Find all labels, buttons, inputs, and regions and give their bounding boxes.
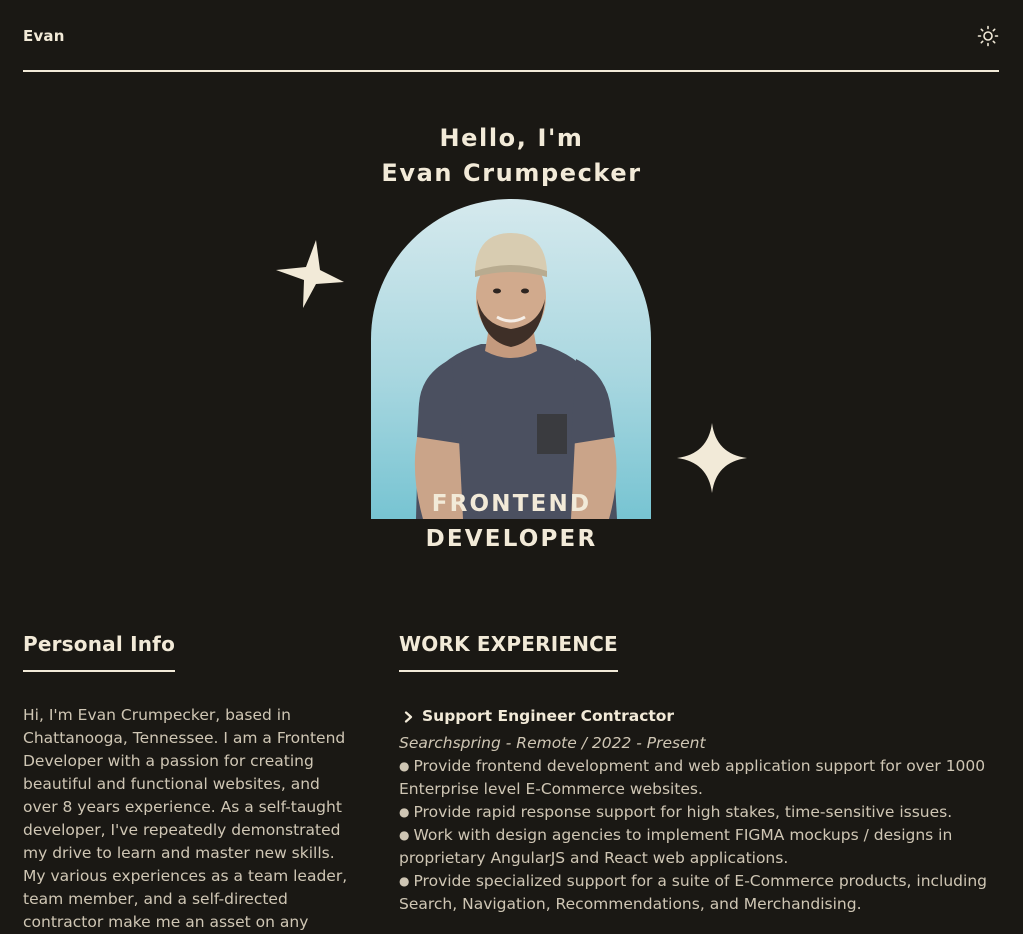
hero-greeting: Hello, I'm (439, 124, 584, 152)
job-bullets: Provide frontend development and web app… (399, 755, 989, 916)
hero-name: Evan Crumpecker (381, 159, 642, 187)
profile-photo (371, 199, 651, 519)
job-bullet: Work with design agencies to implement F… (399, 824, 989, 870)
brand-name[interactable]: Evan (23, 27, 65, 45)
job-title: Support Engineer Contractor (422, 707, 675, 725)
four-point-star-icon (677, 423, 747, 493)
sparkle-star-icon (276, 240, 344, 308)
role-line-2: DEVELOPER (425, 526, 598, 552)
role-line-1: FRONTEND (431, 491, 592, 517)
top-nav: Evan (23, 0, 999, 72)
personal-info-heading: Personal Info (23, 631, 176, 672)
job-toggle[interactable]: Support Engineer Contractor (404, 705, 674, 728)
sun-icon[interactable] (977, 25, 999, 47)
job-bullet: Provide rapid response support for high … (399, 801, 989, 824)
job-meta: Searchspring - Remote / 2022 - Present (399, 734, 706, 752)
portfolio-page: Evan Hello, I'm Evan Crumpecker FRONTEND… (0, 0, 1023, 934)
chevron-right-icon (404, 710, 413, 723)
personal-info-text: Hi, I'm Evan Crumpecker, based in Chatta… (23, 706, 348, 931)
job-bullet: Provide frontend development and web app… (399, 755, 989, 801)
work-experience-heading: WORK EXPERIENCE (399, 631, 618, 672)
job-bullet: Provide specialized support for a suite … (399, 870, 989, 916)
